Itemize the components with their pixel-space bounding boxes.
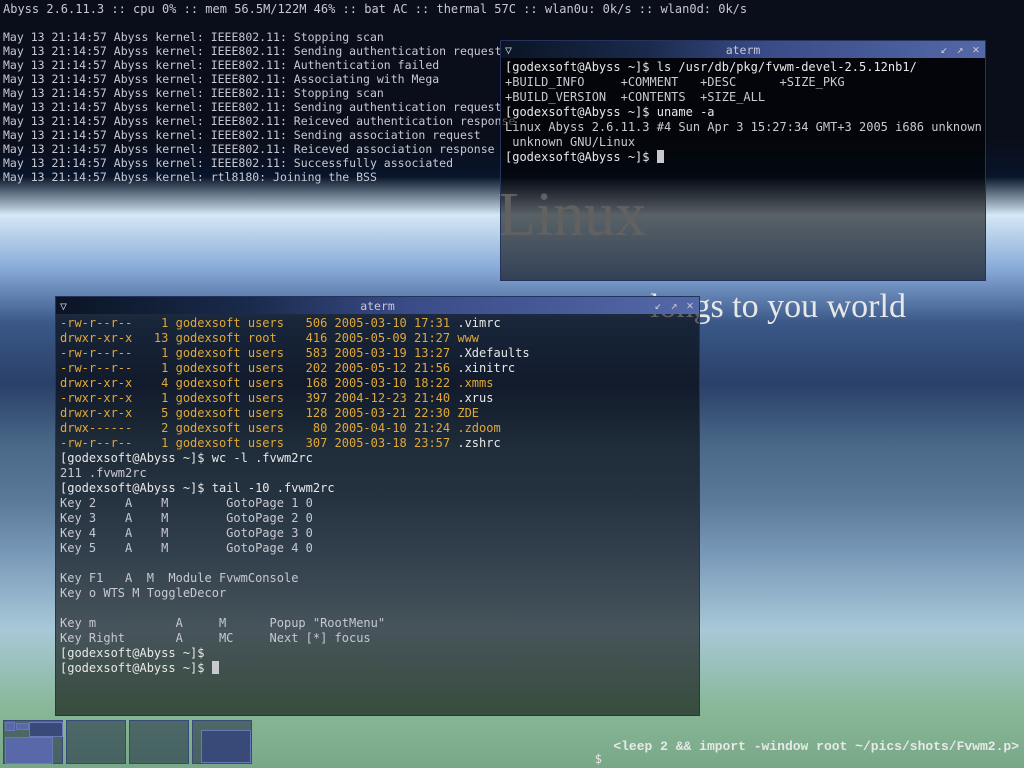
terminal-main[interactable]: ▽ aterm ↙ ↗ ✕ -rw-r--r-- 1 godexsoft use… (55, 296, 700, 716)
pager-page-4[interactable] (192, 720, 252, 764)
terminal-titlebar[interactable]: ▽ aterm ↙ ↗ ✕ (501, 41, 985, 58)
bottom-prompt: $ (595, 752, 602, 766)
pager[interactable] (3, 720, 252, 764)
pager-page-3[interactable] (129, 720, 189, 764)
kernel-log: May 13 21:14:57 Abyss kernel: IEEE802.11… (3, 30, 515, 184)
maximize-icon[interactable]: ↗ (667, 298, 681, 312)
pager-page-2[interactable] (66, 720, 126, 764)
terminal-title: aterm (726, 43, 761, 57)
terminal-body[interactable]: -rw-r--r-- 1 godexsoft users 506 2005-03… (56, 314, 699, 678)
close-icon[interactable]: ✕ (683, 298, 697, 312)
minimize-icon[interactable]: ↙ (937, 42, 951, 56)
terminal-body[interactable]: [godexsoft@Abyss ~]$ ls /usr/db/pkg/fvwm… (501, 58, 985, 167)
window-menu-icon[interactable]: ▽ (505, 43, 512, 57)
bottom-command-note: <leep 2 && import -window root ~/pics/sh… (613, 739, 1019, 754)
status-bar: Abyss 2.6.11.3 :: cpu 0% :: mem 56.5M/12… (3, 2, 747, 16)
close-icon[interactable]: ✕ (969, 42, 983, 56)
minimize-icon[interactable]: ↙ (651, 298, 665, 312)
maximize-icon[interactable]: ↗ (953, 42, 967, 56)
pager-page-1[interactable] (3, 720, 63, 764)
window-menu-icon[interactable]: ▽ (60, 299, 67, 313)
terminal-title: aterm (360, 299, 395, 313)
terminal-top[interactable]: ▽ aterm ↙ ↗ ✕ [godexsoft@Abyss ~]$ ls /u… (500, 40, 986, 281)
terminal-titlebar[interactable]: ▽ aterm ↙ ↗ ✕ (56, 297, 699, 314)
